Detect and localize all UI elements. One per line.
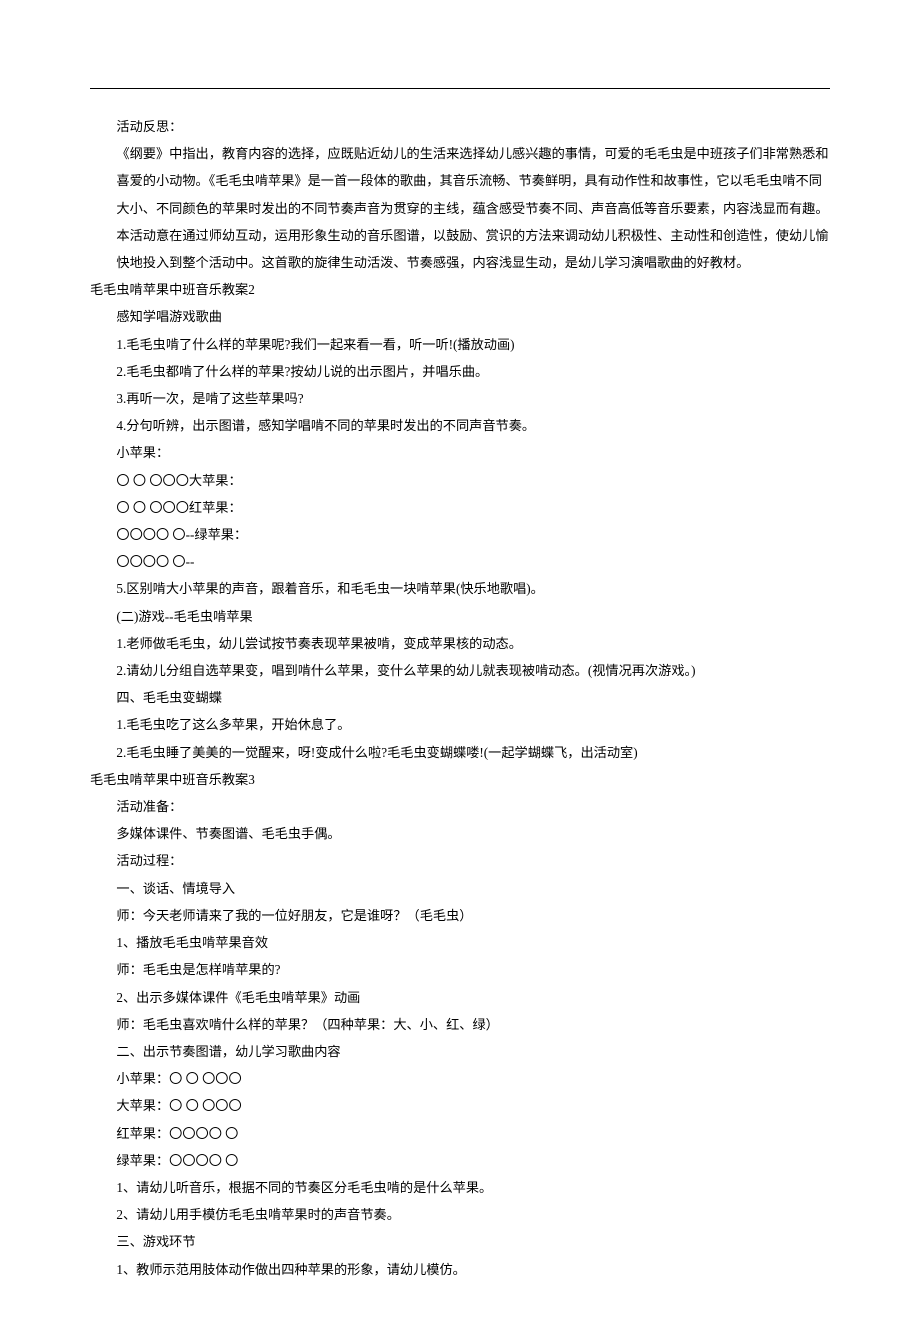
text-line: 1.毛毛虫啃了什么样的苹果呢?我们一起来看一看，听一听!(播放动画) bbox=[90, 331, 830, 358]
text-line: 《纲要》中指出，教育内容的选择，应既贴近幼儿的生活来选择幼儿感兴趣的事情，可爱的… bbox=[90, 140, 830, 276]
text-line: 〇 〇 〇〇〇红苹果： bbox=[90, 494, 830, 521]
text-line: 师：毛毛虫喜欢啃什么样的苹果？（四种苹果：大、小、红、绿） bbox=[90, 1011, 830, 1038]
text-line: 一、谈话、情境导入 bbox=[90, 875, 830, 902]
text-line: 四、毛毛虫变蝴蝶 bbox=[90, 684, 830, 711]
text-line: 2、出示多媒体课件《毛毛虫啃苹果》动画 bbox=[90, 984, 830, 1011]
text-line: 2.毛毛虫睡了美美的一觉醒来，呀!变成什么啦?毛毛虫变蝴蝶喽!(一起学蝴蝶飞，出… bbox=[90, 739, 830, 766]
text-line: 小苹果： bbox=[90, 439, 830, 466]
text-line: 师：今天老师请来了我的一位好朋友，它是谁呀？（毛毛虫） bbox=[90, 902, 830, 929]
text-line: 活动准备： bbox=[90, 793, 830, 820]
text-line: 绿苹果：〇〇〇〇 〇 bbox=[90, 1147, 830, 1174]
text-line: (二)游戏--毛毛虫啃苹果 bbox=[90, 603, 830, 630]
text-line: 1.毛毛虫吃了这么多苹果，开始休息了。 bbox=[90, 711, 830, 738]
document-page: 活动反思：《纲要》中指出，教育内容的选择，应既贴近幼儿的生活来选择幼儿感兴趣的事… bbox=[0, 0, 920, 1323]
text-line: 小苹果：〇 〇 〇〇〇 bbox=[90, 1065, 830, 1092]
text-line: 1.老师做毛毛虫，幼儿尝试按节奏表现苹果被啃，变成苹果核的动态。 bbox=[90, 630, 830, 657]
text-line: 二、出示节奏图谱，幼儿学习歌曲内容 bbox=[90, 1038, 830, 1065]
horizontal-rule bbox=[90, 88, 830, 89]
text-line: 〇〇〇〇 〇-- bbox=[90, 548, 830, 575]
text-line: 2.毛毛虫都啃了什么样的苹果?按幼儿说的出示图片，并唱乐曲。 bbox=[90, 358, 830, 385]
text-line: 〇〇〇〇 〇--绿苹果： bbox=[90, 521, 830, 548]
text-line: 多媒体课件、节奏图谱、毛毛虫手偶。 bbox=[90, 820, 830, 847]
text-line: 毛毛虫啃苹果中班音乐教案3 bbox=[90, 766, 830, 793]
text-line: 3.再听一次，是啃了这些苹果吗? bbox=[90, 385, 830, 412]
document-body: 活动反思：《纲要》中指出，教育内容的选择，应既贴近幼儿的生活来选择幼儿感兴趣的事… bbox=[90, 113, 830, 1283]
text-line: 三、游戏环节 bbox=[90, 1228, 830, 1255]
text-line: 2.请幼儿分组自选苹果变，唱到啃什么苹果，变什么苹果的幼儿就表现被啃动态。(视情… bbox=[90, 657, 830, 684]
text-line: 1、请幼儿听音乐，根据不同的节奏区分毛毛虫啃的是什么苹果。 bbox=[90, 1174, 830, 1201]
text-line: 感知学唱游戏歌曲 bbox=[90, 303, 830, 330]
text-line: 〇 〇 〇〇〇大苹果： bbox=[90, 467, 830, 494]
text-line: 活动反思： bbox=[90, 113, 830, 140]
text-line: 5.区别啃大小苹果的声音，跟着音乐，和毛毛虫一块啃苹果(快乐地歌唱)。 bbox=[90, 575, 830, 602]
text-line: 活动过程： bbox=[90, 847, 830, 874]
text-line: 师：毛毛虫是怎样啃苹果的? bbox=[90, 956, 830, 983]
text-line: 毛毛虫啃苹果中班音乐教案2 bbox=[90, 276, 830, 303]
text-line: 1、教师示范用肢体动作做出四种苹果的形象，请幼儿模仿。 bbox=[90, 1256, 830, 1283]
text-line: 大苹果：〇 〇 〇〇〇 bbox=[90, 1092, 830, 1119]
text-line: 2、请幼儿用手模仿毛毛虫啃苹果时的声音节奏。 bbox=[90, 1201, 830, 1228]
text-line: 4.分句听辨，出示图谱，感知学唱啃不同的苹果时发出的不同声音节奏。 bbox=[90, 412, 830, 439]
text-line: 红苹果：〇〇〇〇 〇 bbox=[90, 1120, 830, 1147]
text-line: 1、播放毛毛虫啃苹果音效 bbox=[90, 929, 830, 956]
